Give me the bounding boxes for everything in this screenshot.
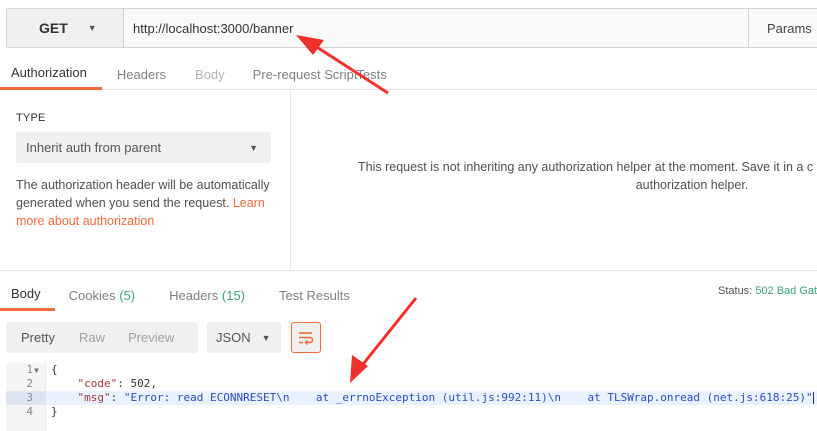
tab-label: Authorization <box>11 65 87 80</box>
response-tabs: Body Cookies (5) Headers (15) Test Resul… <box>0 279 817 311</box>
auth-info-panel: This request is not inheriting any autho… <box>292 90 817 270</box>
raw-button[interactable]: Raw <box>70 322 118 353</box>
section-divider <box>0 270 817 271</box>
chevron-down-icon: ▼ <box>261 332 271 343</box>
code-text: } <box>46 405 58 419</box>
line-number: 4 <box>26 405 33 418</box>
response-code-editor[interactable]: 1 ▼ { 2 "code": 502, 3 "msg": "Error: re… <box>6 363 817 431</box>
auth-settings-panel: TYPE Inherit auth from parent ▼ The auth… <box>0 90 291 270</box>
request-tabs: Authorization Headers Body Pre-request S… <box>0 58 817 90</box>
code-line: 1 ▼ { <box>6 363 817 377</box>
brace: { <box>51 363 58 376</box>
code-text: "msg": "Error: read ECONNRESET\n at _err… <box>77 391 814 404</box>
tab-label: Tests <box>356 66 387 82</box>
button-label: Pretty <box>21 330 55 345</box>
response-status: Status: 502 Bad Gat <box>718 285 817 297</box>
text-cursor <box>812 392 814 404</box>
code-line: 4 } <box>6 405 817 419</box>
button-label: Raw <box>78 330 105 345</box>
tab-label: Cookies <box>68 287 116 303</box>
auth-info-line: authorization helper. <box>635 178 749 192</box>
wrap-lines-icon <box>299 331 314 345</box>
pretty-button[interactable]: Pretty <box>6 322 70 353</box>
status-badge: 502 Bad Gat <box>755 285 817 297</box>
method-select[interactable]: GET ▼ <box>6 8 124 48</box>
button-label: Preview <box>127 330 175 345</box>
brace: } <box>51 405 58 418</box>
url-value: http://localhost:3000/banner <box>133 20 294 36</box>
tab-label: Headers <box>116 66 167 82</box>
preview-button[interactable]: Preview <box>118 322 184 353</box>
tab-tests[interactable]: Tests <box>356 58 400 90</box>
status-label: Status: <box>718 285 753 297</box>
params-button[interactable]: Params <box>748 8 817 48</box>
tab-label: Test Results <box>279 287 350 303</box>
chevron-down-icon: ▼ <box>249 142 258 153</box>
code-text: { <box>46 363 58 377</box>
method-label: GET <box>39 20 68 36</box>
tab-label: Body <box>195 66 225 82</box>
tab-test-results[interactable]: Test Results <box>262 279 367 311</box>
auth-info-line: This request is not inheriting any autho… <box>358 160 814 174</box>
tab-pre-request-script[interactable]: Pre-request Script <box>239 58 372 90</box>
json-key: "code" <box>77 377 118 390</box>
request-bar: GET ▼ http://localhost:3000/banner Param… <box>6 8 817 48</box>
json-key: "msg" <box>77 391 111 404</box>
auth-description-text: The authorization header will be automat… <box>16 178 270 210</box>
format-toggle-group: Pretty Raw Preview <box>6 322 198 353</box>
auth-type-value: Inherit auth from parent <box>26 140 162 155</box>
auth-description: The authorization header will be automat… <box>16 176 274 230</box>
json-string: "Error: read ECONNRESET\n at _errnoExcep… <box>123 391 813 404</box>
url-input[interactable]: http://localhost:3000/banner <box>124 8 748 48</box>
tab-headers[interactable]: Headers <box>102 58 181 90</box>
line-number: 1 <box>26 363 33 376</box>
tab-response-body[interactable]: Body <box>0 279 55 311</box>
chevron-down-icon: ▼ <box>87 23 97 33</box>
tab-label: Body <box>11 286 41 301</box>
auth-type-select[interactable]: Inherit auth from parent ▼ <box>16 132 271 163</box>
code-line: 2 "code": 502, <box>6 377 817 391</box>
auth-info-message: This request is not inheriting any autho… <box>358 158 817 194</box>
params-label: Params <box>767 20 812 36</box>
tab-label: Headers <box>169 287 219 303</box>
line-number: 3 <box>6 391 46 405</box>
tab-body[interactable]: Body <box>181 58 239 90</box>
tab-cookies[interactable]: Cookies (5) <box>55 279 152 311</box>
auth-type-label: TYPE <box>16 112 46 124</box>
tab-response-headers[interactable]: Headers (15) <box>152 279 262 311</box>
headers-count: (15) <box>221 287 246 303</box>
language-value: JSON <box>216 330 251 345</box>
line-number: 2 <box>26 377 33 390</box>
fold-arrow-icon[interactable]: ▼ <box>34 366 39 375</box>
tab-label: Pre-request Script <box>252 66 358 82</box>
code-text: "code": 502, <box>77 377 158 390</box>
language-select[interactable]: JSON ▼ <box>207 322 281 353</box>
cookies-count: (5) <box>119 287 136 303</box>
code-line: 3 "msg": "Error: read ECONNRESET\n at _e… <box>6 391 817 405</box>
tab-authorization[interactable]: Authorization <box>0 58 102 90</box>
json-number: 502 <box>130 377 151 390</box>
wrap-lines-button[interactable] <box>291 322 321 353</box>
